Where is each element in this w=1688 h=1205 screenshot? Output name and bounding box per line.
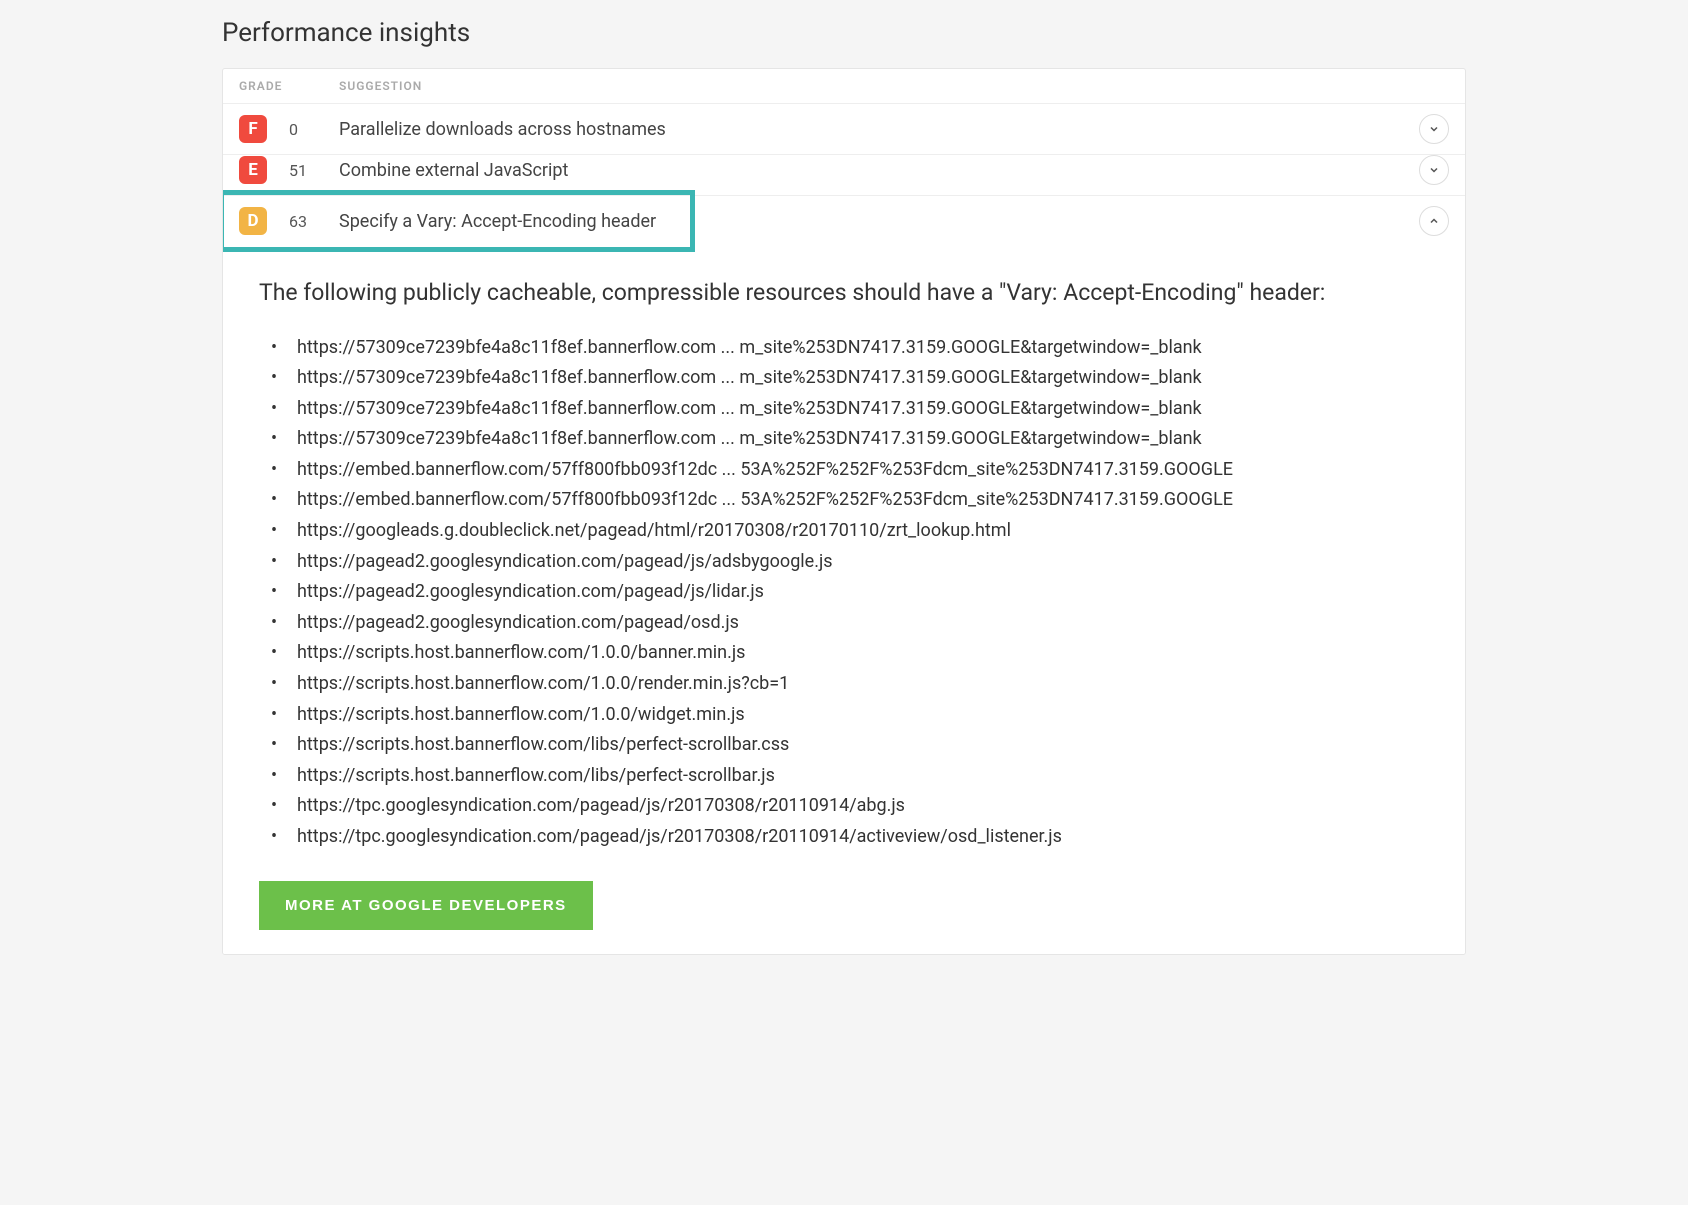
page-title: Performance insights <box>222 18 1466 48</box>
resource-item: https://pagead2.googlesyndication.com/pa… <box>271 547 1429 578</box>
resource-item: https://scripts.host.bannerflow.com/libs… <box>271 761 1429 792</box>
grade-score: 51 <box>289 161 323 180</box>
resource-item: https://scripts.host.bannerflow.com/libs… <box>271 730 1429 761</box>
resource-list: https://57309ce7239bfe4a8c11f8ef.bannerf… <box>259 333 1429 853</box>
resource-item: https://embed.bannerflow.com/57ff800fbb0… <box>271 485 1429 516</box>
panel-header: GRADE SUGGESTION <box>223 69 1465 104</box>
grade-badge: F <box>239 115 267 143</box>
insight-row[interactable]: E 51 Combine external JavaScript <box>223 145 1465 196</box>
chevron-down-icon[interactable] <box>1419 155 1449 185</box>
insight-details: The following publicly cacheable, compre… <box>223 246 1465 954</box>
chevron-down-icon[interactable] <box>1419 114 1449 144</box>
resource-item: https://embed.bannerflow.com/57ff800fbb0… <box>271 455 1429 486</box>
resource-item: https://scripts.host.bannerflow.com/1.0.… <box>271 638 1429 669</box>
more-at-google-developers-button[interactable]: MORE AT GOOGLE DEVELOPERS <box>259 881 593 930</box>
resource-item: https://tpc.googlesyndication.com/pagead… <box>271 822 1429 853</box>
grade-score: 0 <box>289 120 323 139</box>
suggestion-text: Specify a Vary: Accept-Encoding header <box>339 211 1419 232</box>
suggestion-text: Combine external JavaScript <box>339 160 1419 181</box>
grade-badge: D <box>239 207 267 235</box>
resource-item: https://scripts.host.bannerflow.com/1.0.… <box>271 700 1429 731</box>
resource-item: https://googleads.g.doubleclick.net/page… <box>271 516 1429 547</box>
header-grade: GRADE <box>239 79 339 93</box>
resource-item: https://57309ce7239bfe4a8c11f8ef.bannerf… <box>271 394 1429 425</box>
resource-item: https://57309ce7239bfe4a8c11f8ef.bannerf… <box>271 363 1429 394</box>
resource-item: https://tpc.googlesyndication.com/pagead… <box>271 791 1429 822</box>
resource-item: https://scripts.host.bannerflow.com/1.0.… <box>271 669 1429 700</box>
insights-panel: GRADE SUGGESTION F 0 Parallelize downloads… <box>222 68 1466 955</box>
chevron-up-icon[interactable] <box>1419 206 1449 236</box>
resource-item: https://57309ce7239bfe4a8c11f8ef.bannerf… <box>271 424 1429 455</box>
grade-badge: E <box>239 156 267 184</box>
resource-item: https://pagead2.googlesyndication.com/pa… <box>271 608 1429 639</box>
grade-score: 63 <box>289 212 323 231</box>
resource-item: https://pagead2.googlesyndication.com/pa… <box>271 577 1429 608</box>
resource-item: https://57309ce7239bfe4a8c11f8ef.bannerf… <box>271 333 1429 364</box>
header-suggestion: SUGGESTION <box>339 79 1449 93</box>
suggestion-text: Parallelize downloads across hostnames <box>339 119 1419 140</box>
details-intro: The following publicly cacheable, compre… <box>259 276 1429 311</box>
insight-row[interactable]: D 63 Specify a Vary: Accept-Encoding heade… <box>223 196 1465 246</box>
